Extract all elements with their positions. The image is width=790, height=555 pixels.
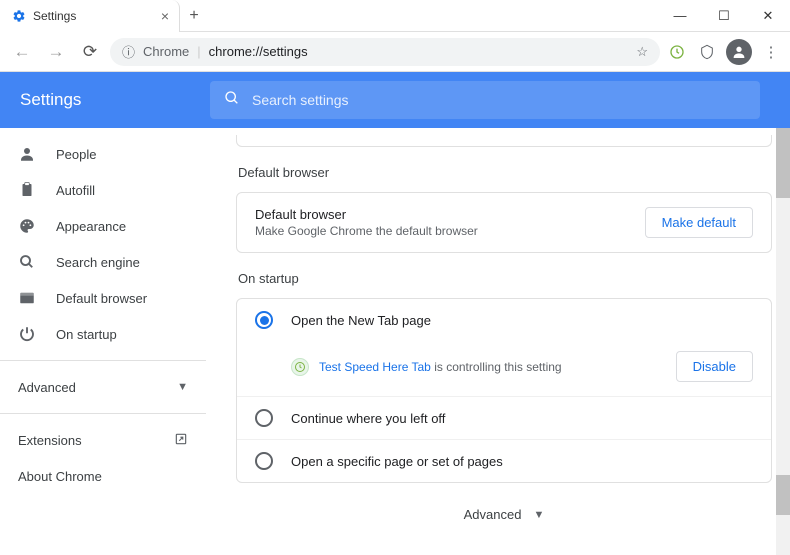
sidebar-item-label: Search engine xyxy=(56,255,140,270)
radio-icon[interactable] xyxy=(255,452,273,470)
forward-button[interactable]: → xyxy=(42,38,70,66)
new-tab-button[interactable]: + xyxy=(180,2,208,30)
scrollbar-thumb[interactable] xyxy=(776,475,790,515)
window-title-bar: Settings × + — ☐ ✕ xyxy=(0,0,790,32)
sidebar-item-people[interactable]: People xyxy=(0,136,206,172)
advanced-toggle[interactable]: Advanced ▼ xyxy=(236,483,772,546)
sidebar-about[interactable]: About Chrome xyxy=(0,458,206,494)
address-bar: ← → ⟳ ⓘ Chrome | chrome://settings ☆ ⋮ xyxy=(0,32,790,72)
startup-opt2-label: Continue where you left off xyxy=(291,411,445,426)
sidebar-about-label: About Chrome xyxy=(18,469,102,484)
sidebar-item-on-startup[interactable]: On startup xyxy=(0,316,206,352)
startup-option-new-tab[interactable]: Open the New Tab page xyxy=(237,299,771,341)
sidebar-item-label: People xyxy=(56,147,96,162)
browser-icon xyxy=(18,289,36,307)
sidebar-item-autofill[interactable]: Autofill xyxy=(0,172,206,208)
browser-tab[interactable]: Settings × xyxy=(0,0,180,32)
sidebar-item-label: Autofill xyxy=(56,183,95,198)
disable-button[interactable]: Disable xyxy=(676,351,753,382)
startup-opt1-label: Open the New Tab page xyxy=(291,313,431,328)
sidebar-advanced[interactable]: Advanced ▼ xyxy=(0,369,206,405)
default-browser-label: Default browser xyxy=(255,207,478,222)
settings-header: Settings xyxy=(0,72,790,128)
palette-icon xyxy=(18,217,36,235)
extension-icon-2[interactable] xyxy=(696,41,718,63)
section-title-startup: On startup xyxy=(238,271,772,286)
make-default-button[interactable]: Make default xyxy=(645,207,753,238)
default-browser-sub: Make Google Chrome the default browser xyxy=(255,224,478,238)
scrollbar-track[interactable] xyxy=(776,128,790,555)
radio-icon[interactable] xyxy=(255,409,273,427)
startup-option-specific-pages[interactable]: Open a specific page or set of pages xyxy=(237,439,771,482)
maximize-button[interactable]: ☐ xyxy=(702,1,746,31)
sidebar-item-search-engine[interactable]: Search engine xyxy=(0,244,206,280)
url-chrome-label: Chrome xyxy=(143,44,189,59)
reload-button[interactable]: ⟳ xyxy=(76,38,104,66)
search-icon xyxy=(18,253,36,271)
back-button[interactable]: ← xyxy=(8,38,36,66)
radio-checked-icon[interactable] xyxy=(255,311,273,329)
power-icon xyxy=(18,325,36,343)
sidebar-extensions[interactable]: Extensions xyxy=(0,422,206,458)
sidebar-item-default-browser[interactable]: Default browser xyxy=(0,280,206,316)
url-input[interactable]: ⓘ Chrome | chrome://settings ☆ xyxy=(110,38,660,66)
external-link-icon xyxy=(174,432,188,449)
section-title-default-browser: Default browser xyxy=(238,165,772,180)
person-icon xyxy=(18,145,36,163)
card-stub xyxy=(236,135,772,147)
sidebar-item-label: Appearance xyxy=(56,219,126,234)
default-browser-card: Default browser Make Google Chrome the d… xyxy=(236,192,772,253)
url-text: chrome://settings xyxy=(209,44,308,59)
window-controls: — ☐ ✕ xyxy=(658,1,790,31)
startup-option-continue[interactable]: Continue where you left off xyxy=(237,396,771,439)
sidebar-extensions-label: Extensions xyxy=(18,433,82,448)
startup-opt3-label: Open a specific page or set of pages xyxy=(291,454,503,469)
menu-icon[interactable]: ⋮ xyxy=(760,41,782,63)
page-title: Settings xyxy=(20,90,190,110)
tab-title: Settings xyxy=(33,9,76,23)
advanced-label: Advanced xyxy=(464,507,522,522)
extension-badge-icon xyxy=(291,358,309,376)
search-icon xyxy=(224,90,240,111)
sidebar-item-label: Default browser xyxy=(56,291,147,306)
sidebar-advanced-label: Advanced xyxy=(18,380,76,395)
divider xyxy=(0,360,206,361)
close-tab-icon[interactable]: × xyxy=(161,8,169,24)
sidebar-item-label: On startup xyxy=(56,327,117,342)
extension-suffix: is controlling this setting xyxy=(431,360,562,374)
search-settings-box[interactable] xyxy=(210,81,760,119)
clipboard-icon xyxy=(18,181,36,199)
search-input[interactable] xyxy=(252,92,746,108)
main-panel: Default browser Default browser Make Goo… xyxy=(206,128,790,555)
gear-icon xyxy=(12,9,26,23)
profile-avatar[interactable] xyxy=(726,39,752,65)
chevron-down-icon: ▼ xyxy=(533,509,544,521)
close-window-button[interactable]: ✕ xyxy=(746,1,790,31)
extension-notice: Test Speed Here Tab is controlling this … xyxy=(237,341,771,396)
sidebar: People Autofill Appearance Search engine… xyxy=(0,128,206,555)
startup-card: Open the New Tab page Test Speed Here Ta… xyxy=(236,298,772,483)
sidebar-item-appearance[interactable]: Appearance xyxy=(0,208,206,244)
extension-icon-1[interactable] xyxy=(666,41,688,63)
star-icon[interactable]: ☆ xyxy=(636,44,648,60)
divider xyxy=(0,413,206,414)
scrollbar-thumb[interactable] xyxy=(776,128,790,198)
minimize-button[interactable]: — xyxy=(658,1,702,31)
url-separator: | xyxy=(197,44,200,59)
chevron-down-icon: ▼ xyxy=(177,381,188,393)
site-info-icon[interactable]: ⓘ xyxy=(122,42,135,61)
extension-link[interactable]: Test Speed Here Tab xyxy=(319,360,431,374)
